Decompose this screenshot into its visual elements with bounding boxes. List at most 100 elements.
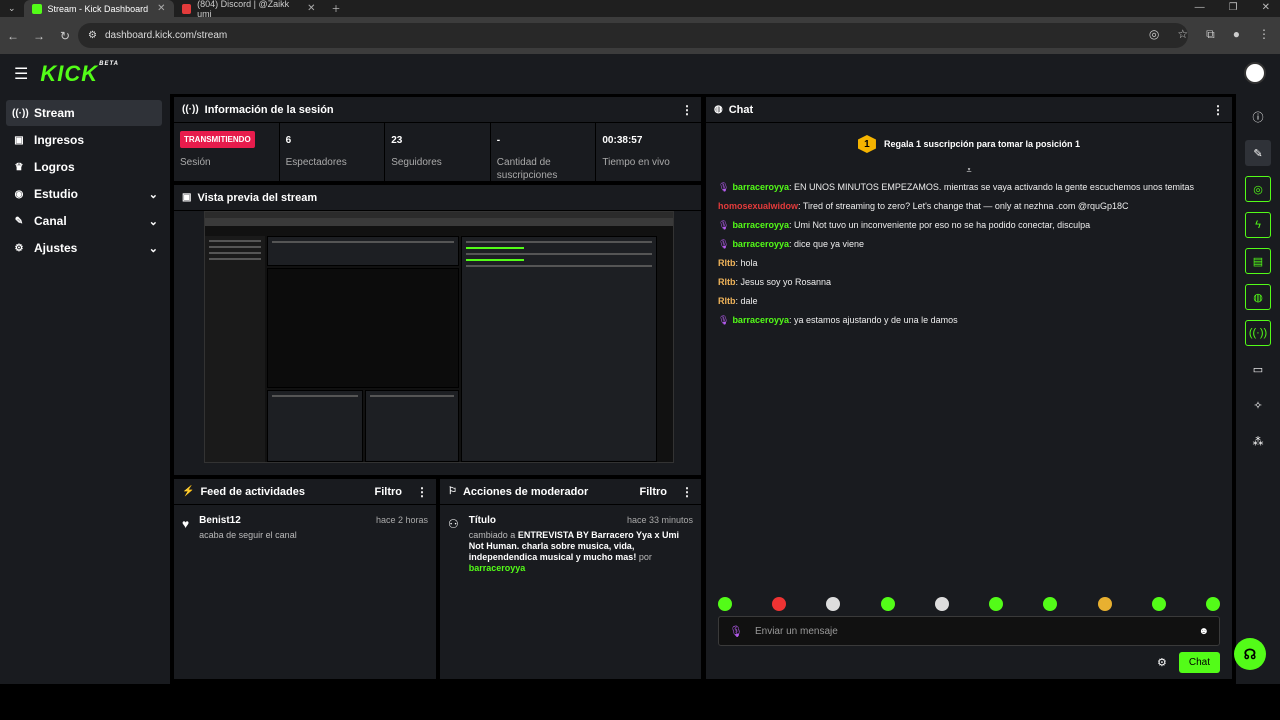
chat-username[interactable]: Rltb [718, 277, 736, 287]
filter-button[interactable]: Filtro [375, 486, 403, 498]
document-icon[interactable]: ▤ [1245, 248, 1271, 274]
emote-icon[interactable] [934, 597, 949, 611]
tab-list-button[interactable]: ⌄ [0, 0, 24, 17]
logo-text: KICK [40, 61, 99, 86]
emote-icon[interactable] [989, 597, 1004, 611]
send-chat-button[interactable]: Chat [1178, 652, 1220, 673]
sidebar-item-label: Ajustes [34, 241, 78, 255]
info-icon[interactable]: ⓘ [1245, 104, 1271, 130]
chat-message: Rltb: Jesus soy yo Rosanna [718, 276, 1220, 288]
wrench-icon[interactable]: ✧ [1245, 392, 1271, 418]
layers-icon[interactable]: ▭ [1245, 356, 1271, 382]
url-bar[interactable]: ⚙ dashboard.kick.com/stream [78, 23, 1188, 48]
chat-input[interactable]: 🎙 Enviar un mensaje ☻ [718, 616, 1220, 646]
bolt-icon: ⚡ [182, 486, 195, 497]
eye-off-icon[interactable]: ◎ [1149, 27, 1159, 42]
forward-icon[interactable]: → [26, 29, 52, 43]
emote-icon[interactable] [826, 597, 841, 611]
emote-icon[interactable] [880, 597, 895, 611]
chat-username[interactable]: barraceroyya [732, 239, 789, 249]
broadcaster-badge-icon: 🎙 [718, 182, 730, 192]
sidebar-item-estudio[interactable]: ◉ Estudio ⌄ [6, 181, 162, 207]
edit-icon[interactable]: ✎ [1245, 140, 1271, 166]
hamburger-menu-icon[interactable]: ☰ [14, 64, 28, 84]
panel-title: Feed de actividades [200, 485, 305, 498]
preview-line [466, 259, 525, 261]
chat-username[interactable]: Rltb [718, 296, 736, 306]
emote-icon[interactable] [1205, 597, 1220, 611]
mod-action-head: Título hace 33 minutos [469, 515, 693, 526]
more-options-icon[interactable]: ⋮ [681, 485, 693, 499]
reload-icon[interactable]: ↻ [52, 29, 78, 43]
chat-username[interactable]: homosexualwidow [718, 201, 798, 211]
emote-icon[interactable] [1097, 597, 1112, 611]
share-icon[interactable]: ⁂ [1245, 428, 1271, 454]
site-info-icon[interactable]: ⚙ [88, 30, 97, 41]
activity-user[interactable]: Benist12 [199, 515, 241, 526]
user-avatar[interactable] [1244, 62, 1266, 84]
close-tab-icon[interactable]: ✕ [157, 3, 165, 14]
emote-icon[interactable] [772, 597, 787, 611]
kick-top-nav: ☰ KICKBETA [0, 54, 1280, 94]
more-options-icon[interactable]: ⋮ [1212, 103, 1224, 117]
stat-value: - [496, 135, 501, 146]
chat-settings-gear-icon[interactable]: ⚙ [1157, 656, 1167, 669]
scroll-down-icon[interactable]: ⩡ [706, 165, 1232, 177]
profile-icon[interactable]: ● [1233, 27, 1240, 42]
broadcaster-badge-icon: 🎙 [718, 315, 730, 325]
browser-tab-kick[interactable]: Stream - Kick Dashboard ✕ [23, 0, 174, 17]
preview-line [272, 395, 358, 397]
sidebar-item-canal[interactable]: ✎ Canal ⌄ [6, 208, 162, 234]
kick-logo[interactable]: KICKBETA [40, 61, 119, 87]
panel-title: Vista previa del stream [197, 191, 318, 204]
chevron-down-icon: ⌄ [148, 242, 158, 255]
help-chat-button[interactable]: ☊ [1234, 638, 1266, 670]
extensions-icon[interactable]: ⧉ [1206, 27, 1215, 42]
chat-text: Jesus soy yo Rosanna [740, 277, 832, 287]
minimize-icon[interactable]: — [1195, 2, 1205, 13]
chat-icon[interactable]: ◍ [1245, 284, 1271, 310]
chat-input-placeholder: Enviar un mensaje [754, 625, 838, 637]
activity-text: acaba de seguir el canal [199, 530, 297, 540]
chat-message: Rltb: hola [718, 257, 1220, 269]
user-settings-icon: ⚇ [448, 517, 459, 531]
emote-icon[interactable] [718, 597, 732, 611]
chat-username[interactable]: Rltb [718, 258, 736, 268]
chat-username[interactable]: barraceroyya [732, 220, 789, 230]
chat-message: homosexualwidow: Tired of streaming to z… [718, 200, 1220, 212]
camera-target-icon[interactable]: ◎ [1245, 176, 1271, 202]
new-tab-button[interactable]: ＋ [324, 0, 349, 17]
moderator-actions-panel: ⚐ Acciones de moderador Filtro ⋮ ⚇ Títul… [438, 477, 703, 681]
close-window-icon[interactable]: ✕ [1262, 2, 1270, 13]
sidebar-item-stream[interactable]: ((·)) Stream [6, 100, 162, 126]
browser-tab-discord[interactable]: (804) Discord | @Zaikk umi ✕ [174, 0, 324, 19]
browser-menu-icon[interactable]: ⋮ [1258, 27, 1270, 42]
chat-username[interactable]: barraceroyya [732, 182, 789, 192]
close-tab-icon[interactable]: ✕ [307, 3, 315, 14]
kick-favicon-icon [31, 3, 42, 14]
tab-title: Stream - Kick Dashboard [47, 3, 149, 14]
right-rail: ⓘ ✎ ◎ ϟ ▤ ◍ ((·)) ▭ ✧ ⁂ [1236, 94, 1280, 684]
gift-sub-banner[interactable]: 1 Regala 1 suscripción para tomar la pos… [706, 123, 1232, 165]
more-options-icon[interactable]: ⋮ [681, 103, 693, 117]
lightning-icon[interactable]: ϟ [1245, 212, 1271, 238]
sidebar-item-ajustes[interactable]: ⚙ Ajustes ⌄ [6, 235, 162, 261]
preview-feed-block [267, 390, 363, 462]
preview-video-block [267, 268, 459, 388]
stream-preview-video[interactable] [204, 211, 674, 463]
mod-action-user[interactable]: barraceroyya [469, 563, 526, 573]
filter-button[interactable]: Filtro [640, 486, 668, 498]
emote-icon[interactable] [1043, 597, 1058, 611]
emote-bar [718, 597, 1220, 611]
broadcast-icon[interactable]: ((·)) [1245, 320, 1271, 346]
sidebar-item-logros[interactable]: ♛ Logros [6, 154, 162, 180]
chat-username[interactable]: barraceroyya [732, 315, 789, 325]
emote-icon[interactable] [1151, 597, 1166, 611]
emoji-icon[interactable]: ☻ [1198, 626, 1209, 637]
sidebar-item-ingresos[interactable]: ▣ Ingresos [6, 127, 162, 153]
maximize-icon[interactable]: ❐ [1229, 2, 1238, 13]
stat-subscriptions: - Cantidad de suscripciones [491, 123, 597, 185]
star-icon[interactable]: ☆ [1177, 27, 1188, 42]
more-options-icon[interactable]: ⋮ [416, 485, 428, 499]
back-icon[interactable]: ← [0, 29, 26, 43]
